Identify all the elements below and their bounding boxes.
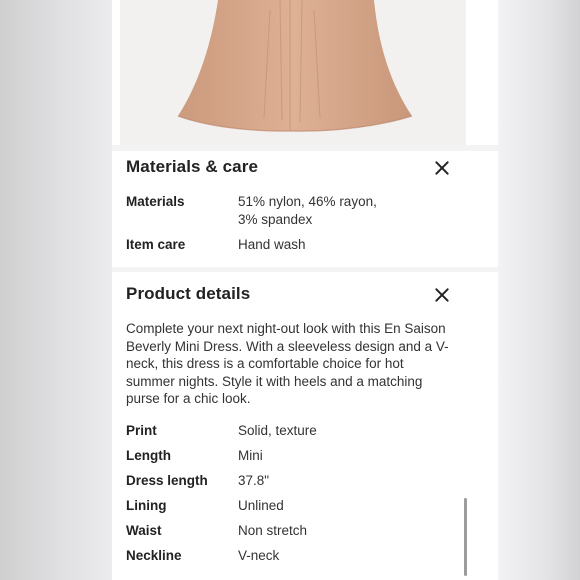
materials-care-title: Materials & care — [126, 157, 259, 176]
materials-label: Materials — [126, 194, 185, 209]
background-left — [0, 0, 112, 580]
detail-label: Print — [126, 423, 157, 438]
close-icon[interactable] — [434, 287, 450, 303]
dress-photo — [120, 0, 466, 145]
materials-care-section: Materials & care Materials 51% nylon, 46… — [112, 151, 498, 267]
product-details-title: Product details — [126, 284, 251, 303]
close-icon[interactable] — [434, 160, 450, 176]
detail-label: Length — [126, 448, 171, 463]
detail-label: Dress length — [126, 473, 208, 488]
product-info-sheet[interactable]: Materials & care Materials 51% nylon, 46… — [112, 0, 498, 580]
item-care-label: Item care — [126, 237, 186, 252]
background-right — [498, 0, 580, 580]
detail-value: Unlined — [238, 498, 284, 513]
detail-value: Solid, texture — [238, 423, 317, 438]
item-care-value: Hand wash — [238, 237, 306, 252]
detail-value: Mini — [238, 448, 263, 463]
detail-value: 37.8" — [238, 473, 270, 488]
detail-value: Non stretch — [238, 523, 308, 538]
detail-label: Waist — [126, 523, 162, 538]
product-description: Complete your next night-out look with t… — [126, 321, 449, 407]
materials-value: 51% nylon, 46% rayon, 3% spandex — [238, 194, 377, 227]
detail-value: V-neck — [238, 548, 280, 563]
detail-label: Lining — [126, 498, 167, 513]
dress-image — [177, 0, 413, 132]
detail-label: Neckline — [126, 548, 182, 563]
scrollbar[interactable] — [464, 498, 467, 576]
product-details-section: Product details Complete your next night… — [112, 272, 498, 580]
